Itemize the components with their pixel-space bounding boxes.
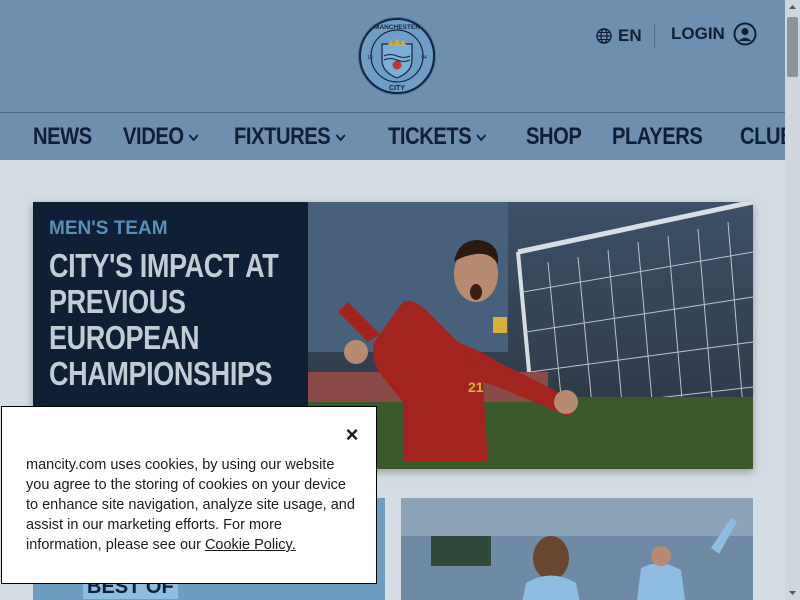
hero-category[interactable]: MEN'S TEAM xyxy=(49,218,168,240)
scrollbar-thumb[interactable] xyxy=(787,17,798,77)
cookie-message: mancity.com uses cookies, by using our w… xyxy=(26,457,355,553)
login-button[interactable]: LOGIN xyxy=(671,22,757,46)
hero-title[interactable]: CITY'S IMPACT AT PREVIOUS EUROPEAN CHAMP… xyxy=(49,248,303,392)
site-header: MANCHESTER CITY 18 94 EN LOGIN xyxy=(0,0,785,113)
close-icon[interactable]: × xyxy=(342,424,362,446)
nav-item-label: PLAYERS xyxy=(612,122,703,150)
chevron-down-icon xyxy=(335,133,346,141)
scroll-up-arrow-icon[interactable] xyxy=(785,0,800,15)
nav-item-tickets[interactable]: TICKETS xyxy=(388,123,487,151)
language-selector[interactable]: EN xyxy=(596,24,642,48)
cookie-banner: × mancity.com uses cookies, by using our… xyxy=(1,406,377,584)
nav-item-label: VIDEO xyxy=(123,122,184,150)
user-icon xyxy=(733,22,757,46)
cookie-policy-link[interactable]: Cookie Policy. xyxy=(205,537,296,553)
crest-year-right: 94 xyxy=(421,55,427,61)
nav-item-club[interactable]: CLUB xyxy=(740,123,785,151)
nav-item-fixtures[interactable]: FIXTURES xyxy=(234,123,346,151)
header-divider xyxy=(654,24,655,48)
nav-item-label: TICKETS xyxy=(387,122,472,150)
crest-year-left: 18 xyxy=(367,55,373,61)
vertical-scrollbar[interactable] xyxy=(785,0,800,600)
nav-item-players[interactable]: PLAYERS xyxy=(612,122,703,151)
login-label: LOGIN xyxy=(671,24,725,43)
scroll-down-arrow-icon[interactable] xyxy=(785,585,800,600)
chevron-down-icon xyxy=(476,133,487,141)
nav-item-shop[interactable]: SHOP xyxy=(526,122,582,151)
nav-item-news[interactable]: NEWS xyxy=(33,123,92,151)
nav-item-label: FIXTURES xyxy=(234,122,331,150)
page: MANCHESTER CITY 18 94 EN LOGIN NEWS VIDE… xyxy=(0,0,785,600)
globe-icon xyxy=(596,28,612,44)
nav-item-video[interactable]: VIDEO xyxy=(123,123,200,151)
nav-item-label: SHOP xyxy=(526,122,582,150)
cookie-text: mancity.com uses cookies, by using our w… xyxy=(26,455,356,555)
nav-item-label: NEWS xyxy=(33,122,92,150)
chevron-down-icon xyxy=(188,133,199,141)
language-label: EN xyxy=(618,26,642,45)
svg-text:21: 21 xyxy=(468,379,484,395)
crest-text-bottom: CITY xyxy=(389,85,405,92)
card-image xyxy=(401,498,753,600)
article-card[interactable] xyxy=(401,498,753,600)
main-nav: NEWSVIDEOFIXTURESTICKETSSHOPPLAYERSCLUBM… xyxy=(0,113,785,160)
club-crest-logo[interactable]: MANCHESTER CITY 18 94 xyxy=(357,16,437,96)
nav-item-label: CLUB xyxy=(739,122,785,150)
crest-text-top: MANCHESTER xyxy=(374,24,420,31)
